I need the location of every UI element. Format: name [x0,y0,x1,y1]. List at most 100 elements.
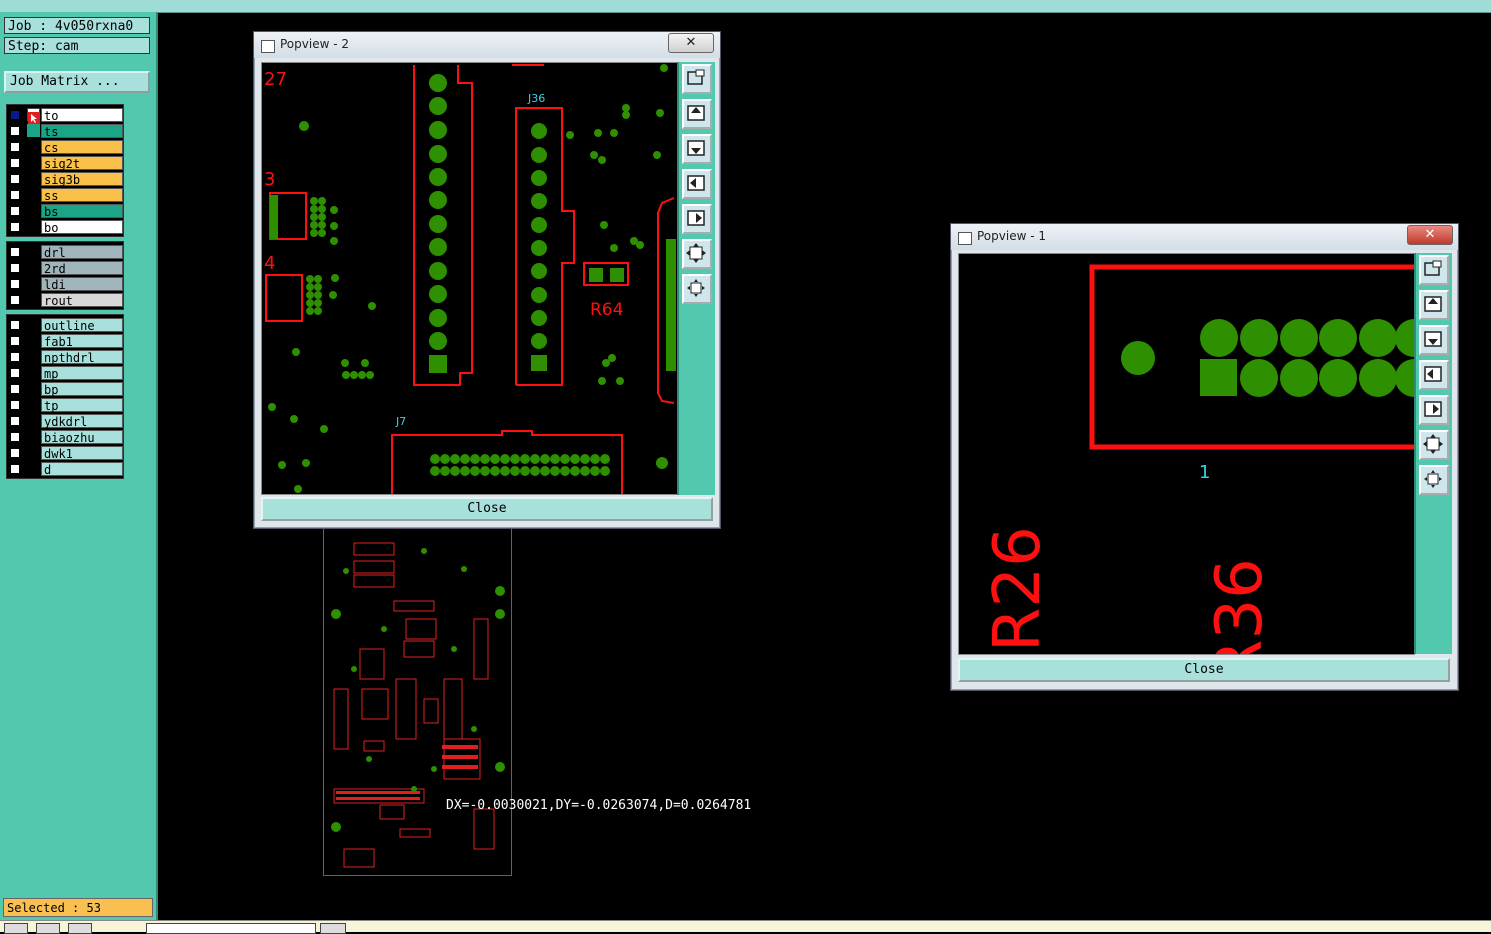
pan-left-icon[interactable] [682,169,712,199]
layer-row-biaozhu[interactable]: biaozhu [7,429,123,445]
pan-down-icon[interactable] [682,134,712,164]
layer-name[interactable]: bs [41,204,123,219]
layer-row-tp[interactable]: tp [7,397,123,413]
layer-checkbox[interactable] [10,263,20,273]
layer-name[interactable]: 2rd [41,261,123,276]
layer-name[interactable]: cs [41,140,123,155]
layer-name[interactable]: rout [41,293,123,308]
layer-list: to ts cs sig2t sig3b ss bs bo drl 2rd ld… [6,104,124,483]
layer-group-misc: outline fab1 npthdrl mp bp tp ydkdrl bia… [6,314,124,479]
layer-row-fab1[interactable]: fab1 [7,333,123,349]
layer-row-bp[interactable]: bp [7,381,123,397]
layer-name[interactable]: sig3b [41,172,123,187]
layer-row-ydkdrl[interactable]: ydkdrl [7,413,123,429]
layer-name[interactable]: ldi [41,277,123,292]
pan-up-icon[interactable] [1419,290,1449,320]
zoom-box-icon[interactable] [682,64,712,94]
popview-1-close-button[interactable]: Close [958,658,1450,682]
layer-row-outline[interactable]: outline [7,317,123,333]
popview-2-canvas[interactable]: 27 3 4 J36 R64 J7 [261,62,678,495]
layer-checkbox[interactable] [10,432,20,442]
layer-checkbox[interactable] [10,142,20,152]
layer-row-bs[interactable]: bs [7,203,123,219]
layer-checkbox[interactable] [10,464,20,474]
layer-row-npthdrl[interactable]: npthdrl [7,349,123,365]
layer-name[interactable]: bo [41,220,123,235]
zoom-fit-icon[interactable] [682,239,712,269]
popview-2-window[interactable]: Popview - 2 ✕ 27 3 4 J36 R64 J7 Close [253,31,721,529]
pan-right-icon[interactable] [682,204,712,234]
layer-row-d[interactable]: d [7,461,123,477]
pan-left-icon[interactable] [1419,360,1449,390]
layer-checkbox[interactable] [10,368,20,378]
layer-checkbox[interactable] [10,206,20,216]
layer-name[interactable]: dwk1 [41,446,123,461]
layer-name[interactable]: tp [41,398,123,413]
layer-name[interactable]: fab1 [41,334,123,349]
layer-row-drl[interactable]: drl [7,244,123,260]
layer-row-bo[interactable]: bo [7,219,123,235]
layer-row-cs[interactable]: cs [7,139,123,155]
layer-checkbox[interactable] [10,247,20,257]
layer-name[interactable]: biaozhu [41,430,123,445]
popview-1-canvas[interactable]: 1 R26 R36 [958,253,1415,655]
layer-row-ldi[interactable]: ldi [7,276,123,292]
layer-checkbox[interactable] [10,190,20,200]
layer-name[interactable]: d [41,462,123,477]
layer-checkbox[interactable] [10,448,20,458]
zoom-home-icon[interactable] [1419,465,1449,495]
popview-1-titlebar[interactable]: Popview - 1 ✕ [951,224,1458,250]
layer-row-2rd[interactable]: 2rd [7,260,123,276]
layer-checkbox[interactable] [10,320,20,330]
layer-checkbox[interactable] [10,174,20,184]
layer-row-rout[interactable]: rout [7,292,123,308]
layer-checkbox[interactable] [10,416,20,426]
zoom-box-icon[interactable] [1419,255,1449,285]
layer-checkbox[interactable] [10,400,20,410]
layer-checkbox[interactable] [10,110,20,120]
pan-up-icon[interactable] [682,99,712,129]
popview-2-graphic: 27 3 4 J36 R64 J7 [264,64,676,494]
popview-1-close-x-button[interactable]: ✕ [1407,225,1453,245]
zoom-fit-icon[interactable] [1419,430,1449,460]
layer-row-dwk1[interactable]: dwk1 [7,445,123,461]
popview-2-close-button[interactable]: Close [261,497,713,521]
layer-checkbox[interactable] [10,126,20,136]
zoom-home-icon[interactable] [682,274,712,304]
layer-checkbox[interactable] [10,336,20,346]
layer-checkbox[interactable] [10,384,20,394]
bottom-button[interactable] [68,923,92,934]
layer-name[interactable]: to [41,108,123,123]
pan-right-icon[interactable] [1419,395,1449,425]
layer-name[interactable]: outline [41,318,123,333]
bottom-input[interactable] [146,923,316,934]
board-preview[interactable] [323,528,512,876]
layer-checkbox[interactable] [10,352,20,362]
popview-1-window[interactable]: Popview - 1 ✕ 1 R26 R36 Close [950,223,1459,691]
layer-row-ts[interactable]: ts [7,123,123,139]
layer-checkbox[interactable] [10,295,20,305]
layer-row-to[interactable]: to [7,107,123,124]
layer-row-ss[interactable]: ss [7,187,123,203]
layer-name[interactable]: ss [41,188,123,203]
layer-row-mp[interactable]: mp [7,365,123,381]
layer-name[interactable]: npthdrl [41,350,123,365]
layer-name[interactable]: ts [41,124,123,139]
layer-row-sig2t[interactable]: sig2t [7,155,123,171]
job-matrix-button[interactable]: Job Matrix ... [4,71,150,93]
layer-row-sig3b[interactable]: sig3b [7,171,123,187]
layer-name[interactable]: drl [41,245,123,260]
layer-name[interactable]: ydkdrl [41,414,123,429]
layer-name[interactable]: bp [41,382,123,397]
pan-down-icon[interactable] [1419,325,1449,355]
popview-2-close-x-button[interactable]: ✕ [668,33,714,53]
layer-checkbox[interactable] [10,158,20,168]
layer-checkbox[interactable] [10,279,20,289]
layer-name[interactable]: mp [41,366,123,381]
layer-name[interactable]: sig2t [41,156,123,171]
popview-2-titlebar[interactable]: Popview - 2 ✕ [254,32,720,58]
bottom-button[interactable] [4,923,28,934]
bottom-button[interactable] [36,923,60,934]
layer-checkbox[interactable] [10,222,20,232]
bottom-button[interactable] [320,923,346,934]
